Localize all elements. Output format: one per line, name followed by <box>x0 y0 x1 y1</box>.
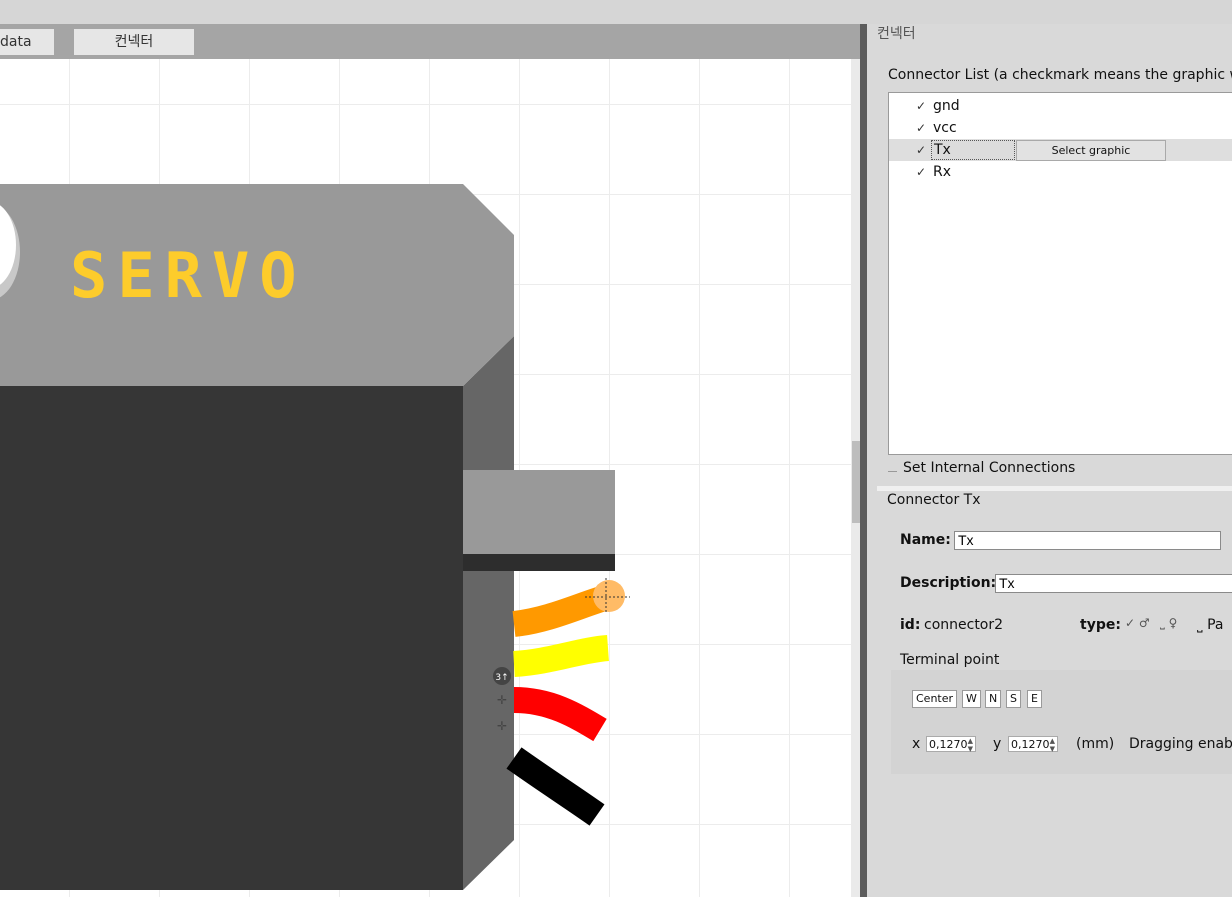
y-label: y <box>993 736 1002 752</box>
name-field[interactable] <box>954 531 1221 550</box>
dragging-checkbox[interactable]: Dragging enable <box>1129 736 1232 752</box>
wire-black <box>506 747 605 826</box>
list-item-label: Tx <box>931 140 1015 160</box>
connector-title: Connector Tx <box>887 492 981 508</box>
terminal-west-button[interactable]: W <box>962 690 981 708</box>
x-value: 0,1270 <box>929 738 968 751</box>
type-male-radio[interactable]: ✓ ♂ <box>1125 616 1150 630</box>
checkbox-icon <box>888 462 897 472</box>
canvas[interactable]: 3↑ SERVO ✛ ✛ <box>0 59 851 897</box>
list-item[interactable]: ✓ Rx <box>889 161 1232 183</box>
type-label: type: <box>1080 617 1121 633</box>
connector-list[interactable]: ✓ gnd ✓ vcc ✓ Tx Select graphic ✓ Rx <box>888 92 1232 455</box>
terminal-east-button[interactable]: E <box>1027 690 1042 708</box>
wire-red <box>513 687 607 742</box>
male-icon: ♂ <box>1138 616 1150 630</box>
check-icon: ✓ <box>916 143 927 157</box>
y-value: 0,1270 <box>1011 738 1050 751</box>
servo-arm-shadow <box>463 554 615 571</box>
check-icon: ✓ <box>916 121 927 135</box>
list-item-label: Rx <box>933 164 952 180</box>
terminal-title: Terminal point <box>900 652 1000 668</box>
type-female-radio[interactable]: ⎵ ♀ <box>1160 616 1177 631</box>
spin-arrows-icon[interactable]: ▲ ▼ <box>1050 737 1055 753</box>
servo-body <box>0 386 463 890</box>
servo-graphic: 3↑ <box>0 184 630 890</box>
wire-orange-end <box>593 580 625 612</box>
wire-yellow <box>513 635 610 677</box>
list-item-label: gnd <box>933 98 960 114</box>
select-graphic-button[interactable]: Select graphic <box>1016 140 1166 161</box>
description-field[interactable] <box>995 574 1232 593</box>
terminal-group: Center W N S E x 0,1270 ▲ ▼ y 0,1270 ▲ ▼ (mm… <box>891 670 1232 774</box>
check-icon: ✓ <box>916 165 927 179</box>
list-item[interactable]: ✓ gnd <box>889 95 1232 117</box>
terminal-south-button[interactable]: S <box>1006 690 1021 708</box>
y-spinbox[interactable]: 0,1270 ▲ ▼ <box>1008 736 1058 753</box>
check-icon: ✓ <box>916 99 927 113</box>
terminal-north-button[interactable]: N <box>985 690 1002 708</box>
divider <box>877 486 1232 491</box>
servo-arm-plate <box>463 470 615 554</box>
connector-list-caption: Connector List (a checkmark means the gr… <box>888 67 1232 83</box>
tab-data[interactable]: data <box>0 29 54 55</box>
top-bar <box>0 0 1232 24</box>
internal-connections-checkbox[interactable]: Set Internal Connections <box>888 460 1075 476</box>
list-item[interactable]: ✓ Tx Select graphic <box>889 139 1232 161</box>
id-value: connector2 <box>924 617 1004 633</box>
connector-panel: 컨넥터 Connector List (a checkmark means th… <box>867 24 1232 897</box>
units-label: (mm) <box>1076 736 1115 752</box>
pad-label: Pa <box>1207 617 1224 633</box>
move-handle-icon[interactable]: ✛ <box>497 693 507 707</box>
x-label: x <box>912 736 921 752</box>
id-label: id: <box>900 617 921 633</box>
terminal-center-button[interactable]: Center <box>912 690 958 708</box>
x-spinbox[interactable]: 0,1270 ▲ ▼ <box>926 736 976 753</box>
description-label: Description: <box>900 575 997 591</box>
canvas-scrollbar[interactable] <box>851 59 860 897</box>
tab-strip: data 컨넥터 <box>0 24 862 59</box>
name-label: Name: <box>900 532 951 548</box>
list-item-label: vcc <box>933 120 957 136</box>
panel-title: 컨넥터 <box>877 26 916 42</box>
list-item[interactable]: ✓ vcc <box>889 117 1232 139</box>
scrollbar-thumb[interactable] <box>852 441 860 523</box>
tab-connectors[interactable]: 컨넥터 <box>74 29 194 55</box>
type-pad-radio[interactable]: ⎵ Pa <box>1197 617 1223 633</box>
female-icon: ♀ <box>1168 616 1178 630</box>
move-handle-icon[interactable]: ✛ <box>497 719 507 733</box>
internal-connections-label: Set Internal Connections <box>903 460 1076 476</box>
servo-label: SERVO <box>70 239 307 312</box>
splitter[interactable] <box>860 24 867 897</box>
connector-badge-label: 3↑ <box>495 673 508 683</box>
spin-arrows-icon[interactable]: ▲ ▼ <box>968 737 973 753</box>
